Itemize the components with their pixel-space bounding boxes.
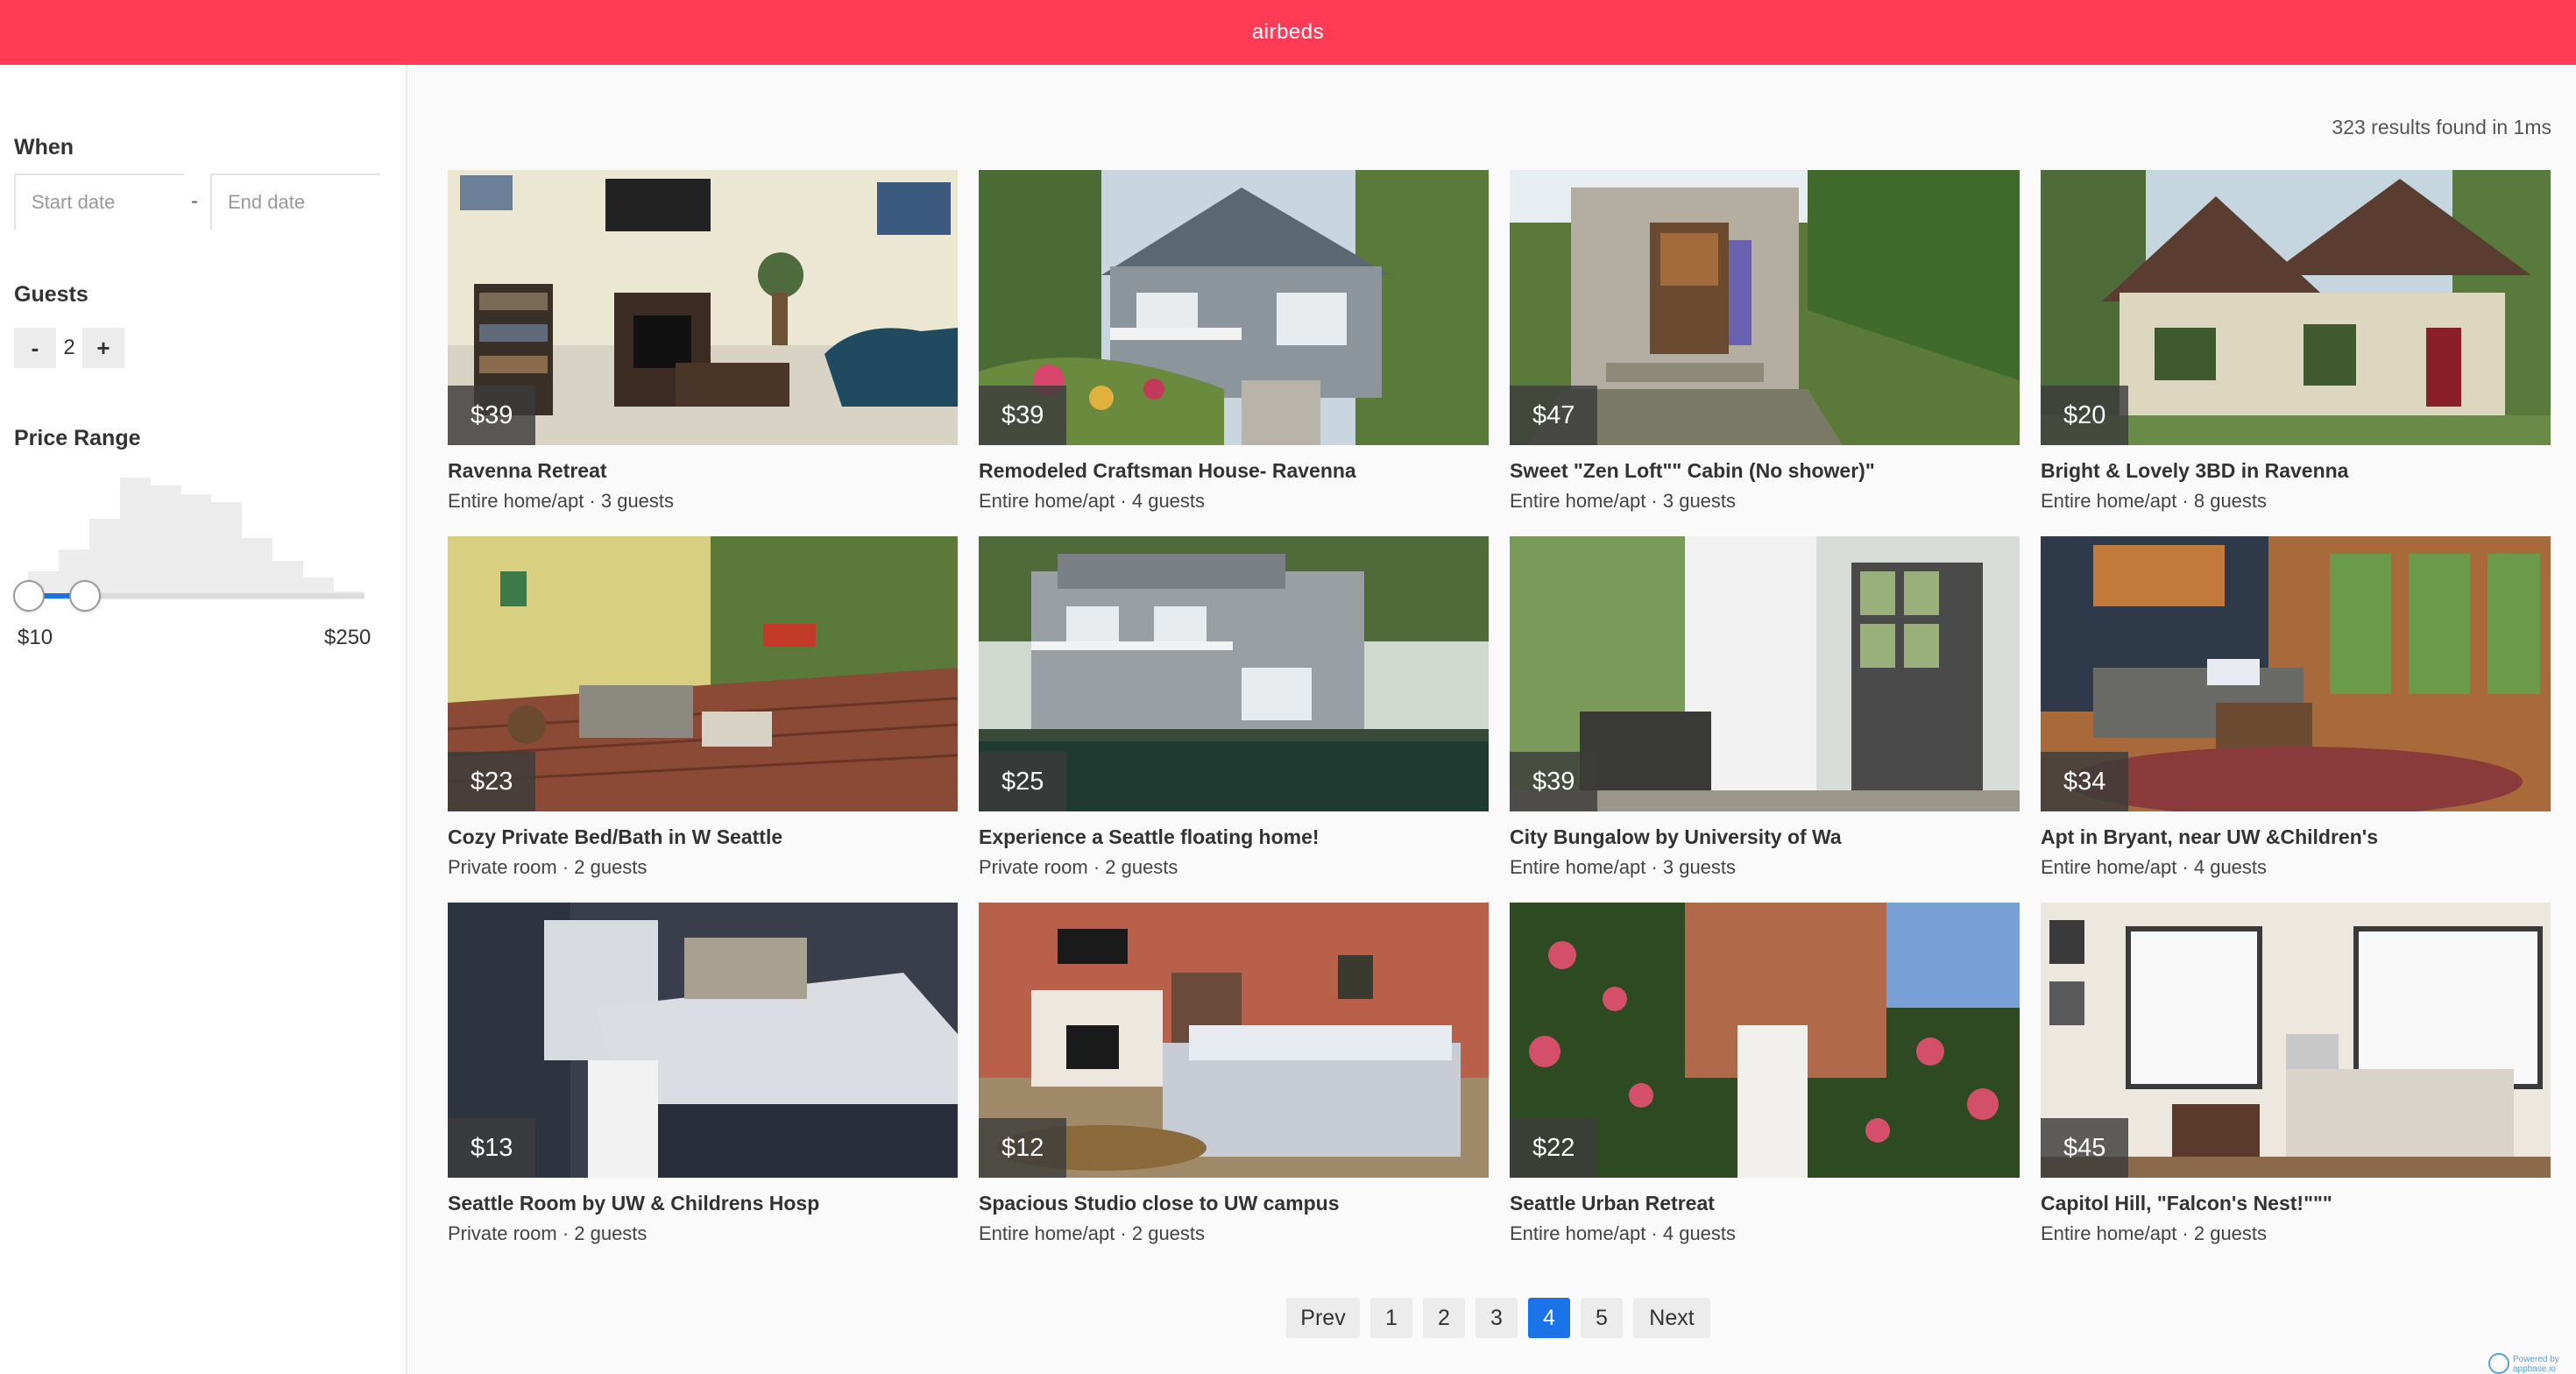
guests-count: 2 <box>63 336 75 359</box>
listing-price: $34 <box>2041 752 2129 811</box>
price-histogram <box>28 461 364 599</box>
listing-card[interactable]: $13 Seattle Room by UW & Childrens Hosp … <box>448 903 958 1245</box>
results-count: 323 results found in 1ms <box>2332 116 2551 138</box>
listing-title[interactable]: Bright & Lovely 3BD in Ravenna <box>2041 459 2551 483</box>
listing-meta: Entire home/apt · 3 guests <box>448 490 675 512</box>
cabin-photo: $47 <box>1510 170 2020 445</box>
prev-page-button[interactable]: Prev <box>1286 1298 1360 1338</box>
listing-card[interactable]: $20 Bright & Lovely 3BD in Ravenna Entir… <box>2041 170 2551 513</box>
craftsman-house-photo: $39 <box>979 170 1489 445</box>
listing-card[interactable]: $39 Ravenna Retreat Entire home/apt · 3 … <box>448 170 958 513</box>
listing-meta: Private room · 2 guests <box>979 856 1178 878</box>
end-date-input[interactable] <box>210 174 380 230</box>
appbase-logo-icon <box>2488 1353 2509 1374</box>
listing-price: $45 <box>2041 1118 2129 1178</box>
powered-by-badge[interactable]: Powered by appbase.io <box>2488 1351 2569 1374</box>
listing-price: $25 <box>979 752 1067 811</box>
listing-title[interactable]: Seattle Room by UW & Childrens Hosp <box>448 1192 958 1215</box>
listing-card[interactable]: $47 Sweet "Zen Loft"" Cabin (No shower)"… <box>1510 170 2020 513</box>
powered-by-text: Powered by appbase.io <box>2513 1355 2559 1374</box>
studio-photo: $12 <box>979 903 1489 1178</box>
page-button-3[interactable]: 3 <box>1476 1298 1518 1338</box>
living-room-photo: $39 <box>448 170 958 445</box>
listing-meta: Private room · 2 guests <box>448 1222 648 1244</box>
listing-card[interactable]: $23 Cozy Private Bed/Bath in W Seattle P… <box>448 536 958 879</box>
histogram-bar <box>119 477 151 599</box>
listing-card[interactable]: $25 Experience a Seattle floating home! … <box>979 536 1489 879</box>
app-header: airbeds <box>0 0 2576 65</box>
date-separator: - <box>191 189 198 213</box>
listing-meta: Private room · 2 guests <box>448 856 648 878</box>
listing-price: $12 <box>979 1118 1067 1178</box>
listing-card[interactable]: $39 City Bungalow by University of Wa En… <box>1510 536 2020 879</box>
listing-meta: Entire home/apt · 4 guests <box>979 490 1206 512</box>
listing-meta: Entire home/apt · 4 guests <box>2041 856 2268 878</box>
guests-decrement-button[interactable]: - <box>14 328 56 368</box>
price-slider-min-handle[interactable] <box>13 580 45 612</box>
listing-price: $23 <box>448 752 536 811</box>
histogram-bar <box>150 485 181 599</box>
listing-title[interactable]: Capitol Hill, "Falcon's Nest!""" <box>2041 1192 2551 1215</box>
listing-meta: Entire home/apt · 3 guests <box>1510 856 1737 878</box>
listing-meta: Entire home/apt · 2 guests <box>2041 1222 2268 1244</box>
listing-price: $47 <box>1510 386 1598 445</box>
guests-increment-button[interactable]: + <box>82 328 124 368</box>
listing-title[interactable]: Apt in Bryant, near UW &Children's <box>2041 825 2551 849</box>
listing-card[interactable]: $39 Remodeled Craftsman House- Ravenna E… <box>979 170 1489 513</box>
listing-price: $22 <box>1510 1118 1598 1178</box>
page-button-2[interactable]: 2 <box>1423 1298 1465 1338</box>
lounge-photo: $45 <box>2041 903 2551 1178</box>
page-button-5[interactable]: 5 <box>1581 1298 1623 1338</box>
next-page-button[interactable]: Next <box>1633 1298 1710 1338</box>
filter-sidebar: When - Guests - 2 + Price Range $10 $250 <box>0 65 407 1374</box>
listing-price: $13 <box>448 1118 536 1178</box>
listing-title[interactable]: Ravenna Retreat <box>448 459 958 483</box>
listing-meta: Entire home/apt · 3 guests <box>1510 490 1737 512</box>
listing-card[interactable]: $45 Capitol Hill, "Falcon's Nest!""" Ent… <box>2041 903 2551 1245</box>
bedroom-photo: $13 <box>448 903 958 1178</box>
brand-logo[interactable]: airbeds <box>1252 20 1324 45</box>
listing-title[interactable]: Seattle Urban Retreat <box>1510 1192 2020 1215</box>
listing-card[interactable]: $22 Seattle Urban Retreat Entire home/ap… <box>1510 903 2020 1245</box>
listing-price: $20 <box>2041 386 2129 445</box>
listing-title[interactable]: Remodeled Craftsman House- Ravenna <box>979 459 1489 483</box>
page-button-4[interactable]: 4 <box>1528 1298 1570 1338</box>
price-min-label: $10 <box>18 626 53 649</box>
deck-photo: $23 <box>448 536 958 811</box>
listing-title[interactable]: Cozy Private Bed/Bath in W Seattle <box>448 825 958 849</box>
listing-title[interactable]: Spacious Studio close to UW campus <box>979 1192 1489 1215</box>
price-max-label: $250 <box>324 626 372 649</box>
listing-meta: Entire home/apt · 4 guests <box>1510 1222 1737 1244</box>
histogram-bar <box>242 538 273 599</box>
page-button-1[interactable]: 1 <box>1370 1298 1412 1338</box>
listing-title[interactable]: City Bungalow by University of Wa <box>1510 825 2020 849</box>
listing-price: $39 <box>979 386 1067 445</box>
histogram-bar <box>211 502 243 599</box>
price-slider-max-handle[interactable] <box>69 580 101 612</box>
histogram-bar <box>180 493 212 599</box>
listing-title[interactable]: Sweet "Zen Loft"" Cabin (No shower)" <box>1510 459 2020 483</box>
listing-title[interactable]: Experience a Seattle floating home! <box>979 825 1489 849</box>
listing-price: $39 <box>1510 752 1598 811</box>
floating-home-photo: $25 <box>979 536 1489 811</box>
price-range-label: Price Range <box>14 426 141 450</box>
guests-label: Guests <box>14 282 88 307</box>
pagination: Prev 1 2 3 4 5 Next <box>1286 1298 1710 1338</box>
cottage-photo: $20 <box>2041 170 2551 445</box>
when-label: When <box>14 135 74 159</box>
listing-meta: Entire home/apt · 8 guests <box>2041 490 2268 512</box>
listing-card[interactable]: $12 Spacious Studio close to UW campus E… <box>979 903 1489 1245</box>
listing-meta: Entire home/apt · 2 guests <box>979 1222 1206 1244</box>
porch-photo: $39 <box>1510 536 2020 811</box>
start-date-input[interactable] <box>14 174 184 230</box>
sunroom-photo: $34 <box>2041 536 2551 811</box>
listing-card[interactable]: $34 Apt in Bryant, near UW &Children's E… <box>2041 536 2551 879</box>
roses-photo: $22 <box>1510 903 2020 1178</box>
listing-price: $39 <box>448 386 536 445</box>
